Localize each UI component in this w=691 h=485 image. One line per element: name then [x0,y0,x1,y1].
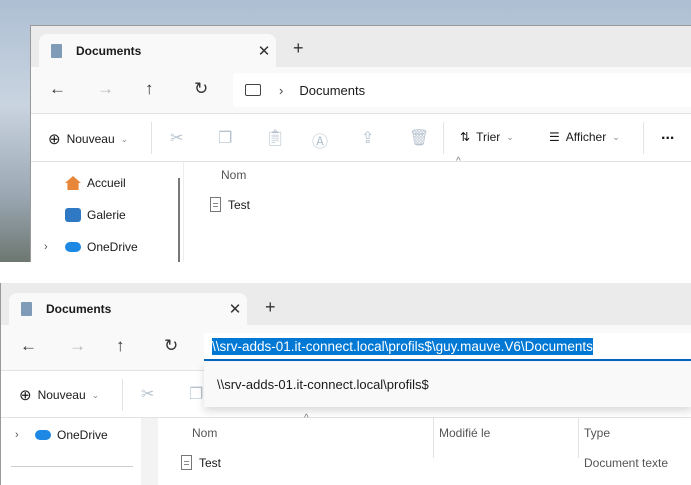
tab-documents[interactable]: Documents ✕ [9,293,247,325]
forward-button[interactable]: → [97,79,114,99]
address-input-selected-text: \\srv-adds-01.it-connect.local\profils$\… [212,337,593,355]
document-icon [51,43,62,58]
plus-circle-icon: ⊕ [19,387,32,404]
expand-chevron-icon[interactable]: › [44,241,48,253]
text-file-icon [210,197,221,212]
column-divider[interactable] [578,418,579,458]
sidebar-item-galerie[interactable]: Galerie [65,208,126,222]
up-button[interactable]: ↑ [116,336,125,356]
file-name: Test [199,455,222,470]
divider [122,379,123,411]
rename-icon[interactable]: Ⓐ [312,128,328,152]
chevron-right-icon: › [279,82,284,98]
sidebar-divider [11,466,133,467]
sidebar-label: OneDrive [87,240,138,254]
home-icon [65,176,81,190]
breadcrumb-documents[interactable]: Documents [299,83,365,98]
divider [443,122,444,154]
tab-title: Documents [76,43,142,58]
tab-documents[interactable]: Documents ✕ [39,34,276,67]
copy-icon[interactable]: ❐ [218,128,232,148]
expand-chevron-icon[interactable]: › [15,429,19,441]
close-tab-icon[interactable]: ✕ [252,42,276,60]
new-button[interactable]: ⊕ Nouveau ⌄ [19,386,99,404]
cut-icon[interactable]: ✂ [141,384,154,404]
address-input[interactable]: \\srv-adds-01.it-connect.local\profils$\… [204,333,691,361]
chevron-down-icon: ⌄ [506,131,514,142]
file-row[interactable]: Test Document texte [181,455,691,470]
cut-icon[interactable]: ✂ [170,128,183,148]
back-button[interactable]: ← [20,336,37,356]
view-icon: ☰ [549,130,560,144]
close-tab-icon[interactable]: ✕ [223,300,247,318]
suggestion-text: \\srv-adds-01.it-connect.local\profils$ [217,377,429,392]
computer-icon [245,84,261,96]
sidebar-scrollbar[interactable] [141,418,158,485]
column-header-modified[interactable]: Modifié le [439,426,490,440]
column-divider[interactable] [433,418,434,458]
sidebar-label: Galerie [87,208,126,222]
new-tab-button[interactable]: + [265,297,276,318]
sort-button[interactable]: ⇅ Trier ⌄ [460,130,514,144]
sidebar-scrollbar[interactable] [178,178,180,262]
paste-icon[interactable]: 📋︎ [265,128,285,148]
chevron-down-icon: ⌄ [612,131,620,142]
chevron-down-icon: ⌄ [120,133,129,144]
file-type: Document texte [584,455,669,470]
back-button[interactable]: ← [49,79,66,99]
onedrive-cloud-icon [65,242,81,252]
plus-circle-icon: ⊕ [48,131,61,148]
new-label: Nouveau [66,132,115,146]
refresh-button[interactable]: ↻ [194,79,208,99]
pane-divider [183,162,184,262]
file-name: Test [228,197,251,212]
column-header-name[interactable]: Nom [221,168,246,182]
refresh-button[interactable]: ↻ [164,336,178,356]
forward-button[interactable]: → [69,336,86,356]
explorer-window-bottom: Documents ✕ + ← → ↑ ↻ ⊕ Nouveau ⌄ ✂ ❐ › On… [0,283,691,485]
sidebar-label: OneDrive [57,428,108,442]
sort-ascending-icon: ^ [456,156,461,167]
gallery-icon [65,208,81,222]
sort-icon: ⇅ [460,130,471,144]
new-button[interactable]: ⊕ Nouveau ⌄ [48,130,128,148]
delete-icon[interactable]: 🗑︎ [409,128,429,148]
document-icon [21,302,32,316]
sort-label: Trier [476,130,501,144]
view-label: Afficher [565,130,607,144]
sidebar-item-accueil[interactable]: Accueil [65,176,126,190]
new-label: Nouveau [37,388,86,402]
divider [643,122,644,154]
copy-icon[interactable]: ❐ [189,384,203,404]
sidebar-item-onedrive[interactable]: OneDrive [65,240,138,254]
command-bar: ⊕ Nouveau ⌄ ✂ ❐ 📋︎ Ⓐ ⇪ 🗑︎ ⇅ Trier ⌄ ☰ Affiche… [31,114,691,162]
address-bar[interactable]: › Documents [233,73,691,107]
share-icon[interactable]: ⇪ [361,128,374,148]
up-button[interactable]: ↑ [145,79,154,99]
text-file-icon [181,455,192,470]
sidebar-item-onedrive[interactable]: OneDrive [35,428,108,442]
sort-ascending-icon: ^ [304,413,309,424]
file-row[interactable]: Test [210,197,250,212]
new-tab-button[interactable]: + [293,38,304,59]
divider [151,122,152,154]
sidebar-label: Accueil [87,176,126,190]
chevron-down-icon: ⌄ [91,389,100,400]
explorer-window-top: Documents ✕ + ← → ↑ ↻ › Documents ⊕ Nouve… [30,25,691,262]
more-options-button[interactable]: ... [661,126,674,144]
onedrive-cloud-icon [35,430,51,440]
view-button[interactable]: ☰ Afficher ⌄ [549,130,620,144]
column-header-type[interactable]: Type [584,426,610,440]
tab-title: Documents [46,302,112,316]
nav-bar: ← → ↑ ↻ › Documents [31,67,691,114]
column-header-name[interactable]: Nom [192,426,217,440]
address-suggestion-item[interactable]: \\srv-adds-01.it-connect.local\profils$ [204,362,691,407]
